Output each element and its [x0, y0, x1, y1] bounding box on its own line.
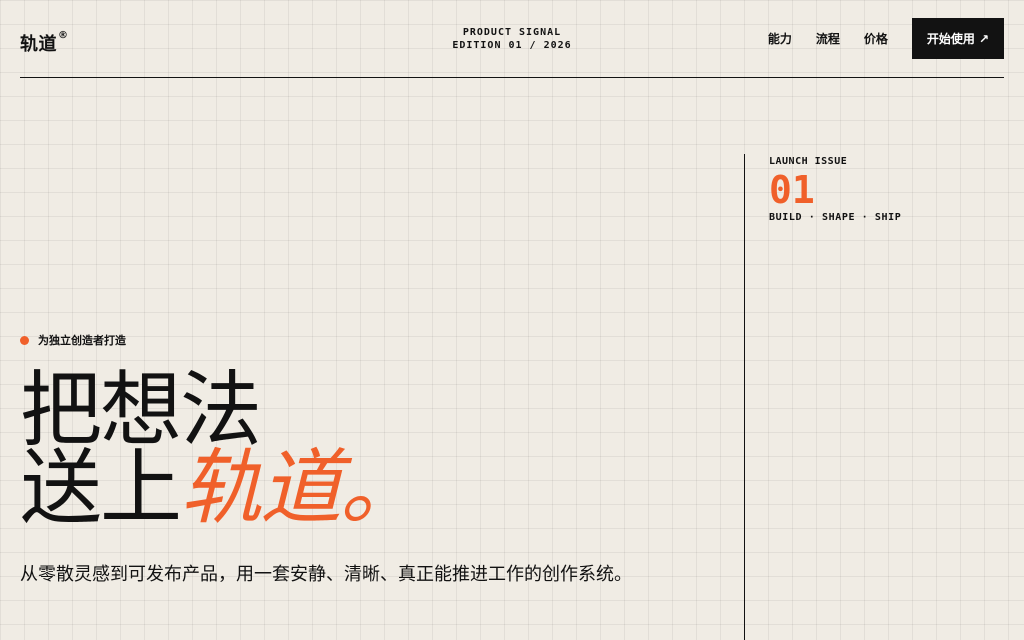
headline-plain: 送上	[20, 441, 182, 536]
get-started-button[interactable]: 开始使用 ↗	[911, 18, 1004, 59]
launch-issue-panel: LAUNCH ISSUE 01 BUILD · SHAPE · SHIP	[769, 156, 901, 223]
issue-tags: BUILD · SHAPE · SHIP	[769, 212, 902, 223]
edition-number: EDITION 01 / 2026	[452, 40, 572, 51]
headline-line-1: 把想法	[20, 363, 262, 458]
brand-logo[interactable]: 轨道®	[20, 30, 69, 56]
get-started-label: 开始使用	[926, 32, 975, 46]
grid-background	[0, 0, 1024, 640]
issue-label: LAUNCH ISSUE	[769, 156, 848, 167]
brand-name: 轨道	[20, 34, 57, 55]
nav-item-process[interactable]: 流程	[816, 19, 840, 59]
edition-title: PRODUCT SIGNAL	[462, 27, 562, 38]
headline-line-2: 送上轨道。	[20, 448, 422, 530]
nav-item-capabilities[interactable]: 能力	[768, 19, 792, 59]
issue-number: 01	[769, 168, 815, 212]
hero-tagline: 为独立创造者打造	[20, 332, 126, 348]
main-nav: 能力 流程 价格 开始使用 ↗	[768, 18, 1004, 59]
accent-dot-icon	[20, 335, 29, 345]
hero-headline: 把想法 送上轨道。	[20, 363, 422, 530]
vertical-divider	[744, 154, 745, 640]
tagline-text: 为独立创造者打造	[38, 334, 126, 347]
headline-accent: 轨道。	[180, 441, 422, 536]
hero-description: 从零散灵感到可发布产品，用一套安静、清晰、真正能推进工作的创作系统。	[20, 564, 632, 585]
site-header: 轨道® PRODUCT SIGNAL EDITION 01 / 2026 能力 …	[20, 0, 1004, 78]
edition-label: PRODUCT SIGNAL EDITION 01 / 2026	[452, 26, 571, 52]
registered-mark: ®	[58, 30, 69, 41]
arrow-up-right-icon: ↗	[978, 31, 989, 46]
nav-item-pricing[interactable]: 价格	[864, 19, 888, 59]
